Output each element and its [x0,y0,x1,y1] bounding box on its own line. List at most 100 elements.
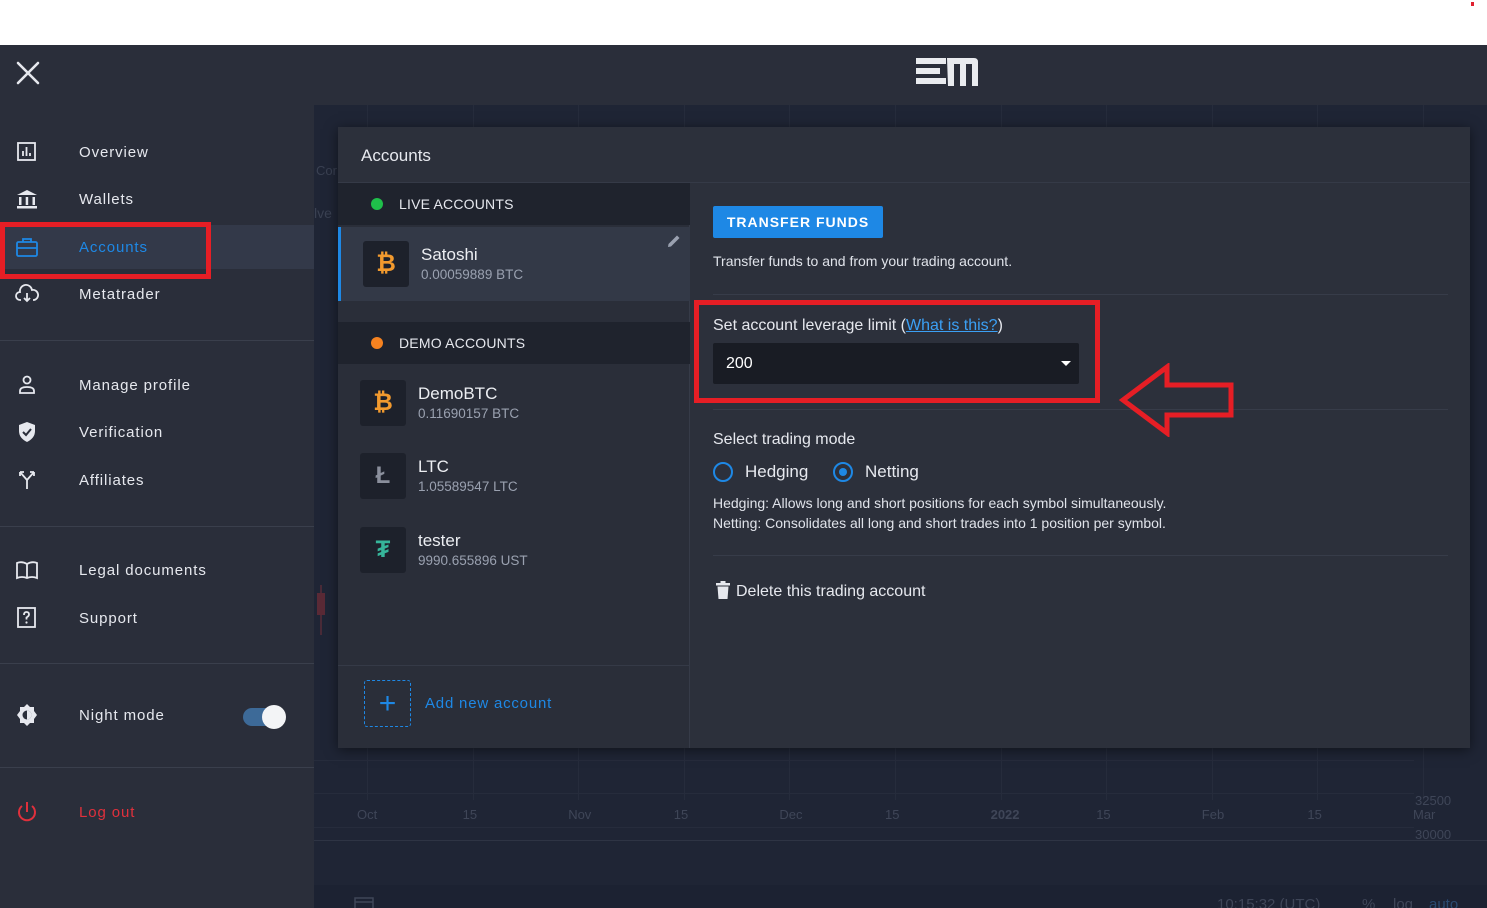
demo-status-dot [371,337,383,349]
logo-icon [914,56,980,90]
radio-dot [839,468,847,476]
fork-icon [15,469,39,491]
bitcoin-icon: ₿ [360,380,406,426]
x-tick-label: 15 [673,807,689,822]
pencil-icon[interactable] [666,233,682,249]
chart-gridline [314,760,1414,761]
delete-account-label: Delete this trading account [736,583,926,600]
leverage-value: 200 [726,355,753,372]
demo-accounts-header: DEMO ACCOUNTS [338,322,690,364]
sidebar-item-support[interactable]: Support [0,596,314,640]
sidebar-item-label: Accounts [79,238,148,256]
account-name: tester [418,531,461,550]
bitcoin-icon: ₿ [363,241,409,287]
leverage-label-close: ) [997,317,1003,334]
hedging-description: Hedging: Allows long and short positions… [713,495,1167,511]
divider [0,663,314,664]
chart-icon [15,141,39,163]
account-balance: 1.05589547 LTC [418,479,518,494]
log-toggle[interactable]: log [1393,896,1413,908]
account-item-demobtc[interactable]: ₿ DemoBTC 0.11690157 BTC [338,366,690,440]
sidebar-item-logout[interactable]: Log out [0,790,314,834]
sidebar-item-affiliates[interactable]: Affiliates [0,458,314,502]
sidebar-item-wallets[interactable]: Wallets [0,177,314,221]
group-label: LIVE ACCOUNTS [399,196,514,212]
plus-icon: + [364,680,411,727]
briefcase-icon [15,236,39,258]
x-tick-label: 15 [885,807,900,822]
leverage-label-text: Set account leverage limit ( [713,317,906,334]
group-label: DEMO ACCOUNTS [399,335,526,351]
bank-icon [15,188,39,210]
book-icon [15,559,39,581]
sidebar-item-accounts[interactable]: Accounts [0,225,314,269]
account-detail: TRANSFER FUNDS Transfer funds to and fro… [713,183,1448,748]
sidebar-item-label: Support [79,609,138,627]
sidebar-item-label: Overview [79,143,149,161]
x-tick-label: 15 [1096,807,1111,822]
sidebar-item-overview[interactable]: Overview [0,130,314,174]
what-is-this-link[interactable]: What is this? [906,317,998,334]
netting-description: Netting: Consolidates all long and short… [713,515,1166,531]
sidebar-item-legal-documents[interactable]: Legal documents [0,548,314,592]
divider [713,555,1448,556]
x-tick-label: Dec [779,807,803,822]
radio-hedging[interactable]: Hedging [713,460,808,484]
radio-label: Hedging [745,462,809,481]
chart-gridline [314,827,1414,828]
x-tick-label: Nov [568,807,592,822]
x-tick-label: 15 [1307,807,1322,822]
transfer-description: Transfer funds to and from your trading … [713,253,1013,269]
app-window: Cor lve Oct 15 Nov 15 Dec 15 2022 15 Feb 15 Mar 32… [0,45,1487,908]
sidebar-item-label: Metatrader [79,285,161,303]
tether-icon: ₮ [360,527,406,573]
trash-icon [716,580,730,604]
night-mode-toggle[interactable] [243,705,286,729]
x-tick-label: Oct [357,807,378,822]
chart-candle [317,593,325,615]
account-name: DemoBTC [418,384,498,403]
annotation-arrow-icon [1118,363,1234,437]
chart-gridline [314,793,1414,794]
chart-time: 10:15:32 (UTC) [1217,896,1321,908]
sidebar-item-manage-profile[interactable]: Manage profile [0,363,314,407]
chart-watermark: Cor [316,163,337,178]
sidebar-item-label: Verification [79,423,164,441]
calendar-icon[interactable] [354,895,374,908]
add-account-button[interactable]: + Add new account [364,680,624,730]
account-balance: 0.11690157 BTC [418,406,520,421]
panel-header: Accounts [338,127,1470,183]
top-bar [0,45,1487,105]
sidebar: Overview Wallets Accounts Metatrader Man… [0,105,314,908]
panel-title: Accounts [361,146,431,165]
caret-down-icon [1061,361,1071,366]
account-item-tester[interactable]: ₮ tester 9990.655896 UST [338,513,690,587]
x-tick-label: Feb [1201,807,1225,822]
x-tick-label: Mar [1413,807,1436,822]
add-account-label: Add new account [425,695,553,712]
help-icon [15,607,39,629]
x-tick-label: 15 [462,807,478,822]
litecoin-icon: Ł [360,453,406,499]
trading-mode-label: Select trading mode [713,431,856,448]
close-icon[interactable] [12,57,44,89]
account-balance: 0.00059889 BTC [421,267,524,282]
transfer-funds-button[interactable]: TRANSFER FUNDS [713,206,883,238]
account-item-satoshi[interactable]: ₿ Satoshi 0.00059889 BTC [338,227,690,301]
sidebar-item-verification[interactable]: Verification [0,410,314,454]
auto-toggle[interactable]: auto [1429,896,1458,908]
chart-axis-line [314,840,1487,841]
percent-toggle[interactable]: % [1362,896,1375,908]
delete-account-button[interactable]: Delete this trading account [716,580,926,604]
sidebar-item-night-mode: Night mode [0,693,314,737]
sidebar-item-metatrader[interactable]: Metatrader [0,272,314,316]
leverage-select[interactable]: 200 [713,343,1079,384]
radio-circle-selected [833,462,853,482]
divider [0,526,314,527]
account-item-ltc[interactable]: Ł LTC 1.05589547 LTC [338,439,690,513]
divider [0,340,314,341]
divider [0,767,314,768]
radio-netting[interactable]: Netting [833,460,919,484]
sidebar-item-label: Affiliates [79,471,145,489]
chart-footer: 10:15:32 (UTC) % log auto [314,885,1487,908]
